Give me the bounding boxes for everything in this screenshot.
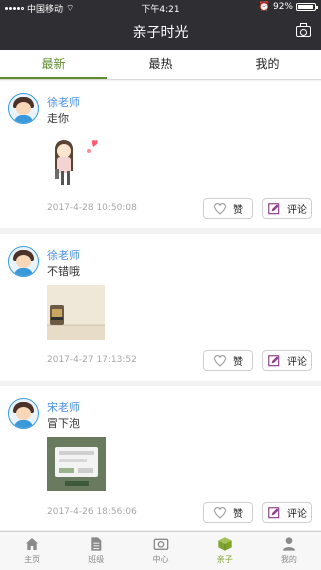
feed-tabs: 最新 最热 我的 (0, 50, 321, 80)
tab-hottest[interactable]: 最热 (107, 50, 214, 79)
avatar[interactable] (8, 398, 39, 429)
nav-mine[interactable]: 我的 (257, 532, 321, 570)
camera-icon (153, 536, 169, 552)
post-image[interactable] (47, 285, 105, 340)
like-label: 赞 (233, 357, 243, 368)
like-label: 赞 (233, 509, 243, 520)
author-name[interactable]: 徐老师 (47, 247, 80, 263)
comment-label: 评论 (287, 357, 307, 368)
heart-icon (213, 506, 227, 519)
nav-class-label: 班级 (88, 555, 105, 564)
author-name[interactable]: 徐老师 (47, 94, 80, 110)
like-label: 赞 (233, 205, 243, 216)
list-item: 徐老师 不错哦 2017-4-27 17:13:52 赞 评论 (0, 234, 321, 381)
nav-center[interactable]: 中心 (128, 532, 192, 570)
avatar[interactable] (8, 246, 39, 277)
nav-home[interactable]: 主页 (0, 532, 64, 570)
feed-list: 徐老师 走你 2017-4-28 10:50:08 赞 评论 徐老师 不错哦 2… (0, 81, 321, 530)
post-time: 2017-4-28 10:50:08 (47, 203, 137, 213)
avatar[interactable] (8, 93, 39, 124)
list-item: 徐老师 走你 2017-4-28 10:50:08 赞 评论 (0, 81, 321, 228)
nav-class[interactable]: 班级 (64, 532, 128, 570)
status-right: ⏰ 92% (258, 2, 318, 12)
status-bar: 中国移动 ⌔ 下午4:21 ⏰ 92% (0, 0, 321, 16)
heart-icon (213, 202, 227, 215)
cube-icon (217, 536, 233, 552)
comment-label: 评论 (287, 205, 307, 216)
nav-center-label: 中心 (152, 555, 169, 564)
post-image[interactable] (47, 437, 106, 491)
edit-icon (267, 506, 281, 520)
battery-percent: 92% (272, 2, 293, 12)
comment-button[interactable]: 评论 (262, 350, 312, 371)
nav-mine-label: 我的 (280, 555, 297, 564)
page-title: 亲子时光 (132, 25, 189, 41)
list-item: 宋老师 冒下泡 2017-4-26 18:56:06 赞 评论 (0, 386, 321, 530)
post-text: 走你 (47, 112, 69, 125)
like-button[interactable]: 赞 (203, 350, 253, 371)
camera-icon[interactable] (296, 23, 311, 37)
like-button[interactable]: 赞 (203, 502, 253, 523)
like-button[interactable]: 赞 (203, 198, 253, 219)
home-icon (24, 536, 40, 552)
post-image[interactable] (47, 131, 107, 191)
heart-icon (213, 354, 227, 367)
nav-family-label: 亲子 (216, 555, 233, 564)
battery-icon (296, 3, 318, 11)
tab-latest[interactable]: 最新 (0, 50, 107, 79)
edit-icon (267, 202, 281, 216)
comment-button[interactable]: 评论 (262, 502, 312, 523)
comment-button[interactable]: 评论 (262, 198, 312, 219)
user-icon (281, 536, 297, 552)
author-name[interactable]: 宋老师 (47, 399, 80, 415)
nav-family[interactable]: 亲子 (193, 532, 257, 570)
nav-home-label: 主页 (24, 555, 41, 564)
bottom-navigation: 主页 班级 中心 亲子 我的 (0, 531, 321, 570)
post-text: 不错哦 (47, 265, 80, 278)
document-icon (88, 536, 104, 552)
top-bar: 中国移动 ⌔ 下午4:21 ⏰ 92% 亲子时光 (0, 0, 321, 50)
tab-mine[interactable]: 我的 (214, 50, 321, 79)
post-time: 2017-4-26 18:56:06 (47, 507, 137, 517)
edit-icon (267, 354, 281, 368)
comment-label: 评论 (287, 509, 307, 520)
post-time: 2017-4-27 17:13:52 (47, 355, 137, 365)
alarm-icon: ⏰ (258, 2, 270, 12)
post-text: 冒下泡 (47, 417, 80, 430)
